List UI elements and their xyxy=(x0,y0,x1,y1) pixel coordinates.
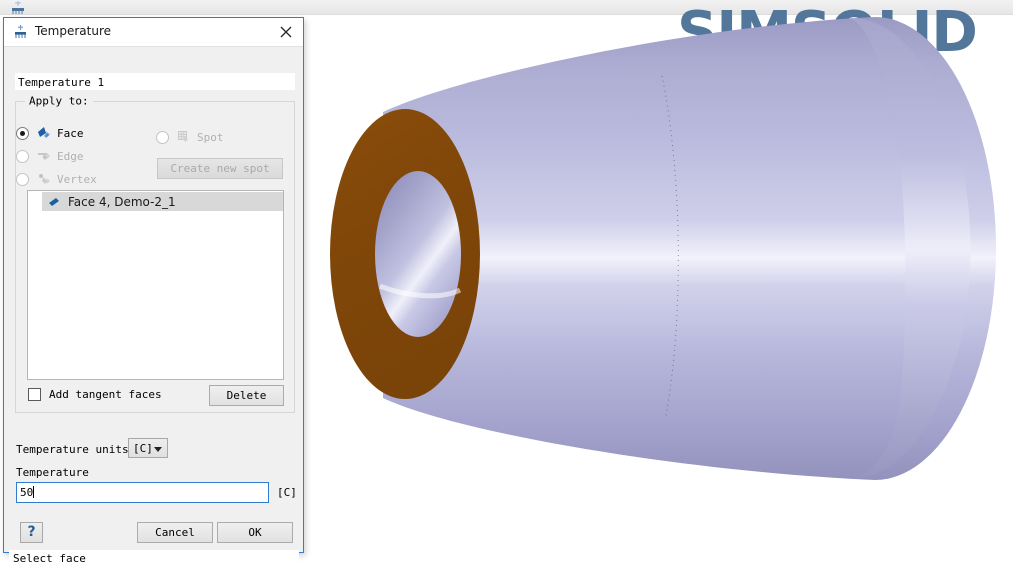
radio-spot-label: Spot xyxy=(197,131,224,144)
cylinder-inner-bore[interactable] xyxy=(375,171,461,337)
cancel-button[interactable]: Cancel xyxy=(137,522,213,543)
temperature-dialog[interactable]: Temperature Temperature 1 Apply to: Face xyxy=(3,17,304,553)
vertex-select-icon xyxy=(36,171,52,187)
text-caret xyxy=(33,486,34,498)
face-select-icon xyxy=(36,125,52,141)
radio-vertex-dot[interactable] xyxy=(16,173,29,186)
add-tangent-faces-checkbox[interactable] xyxy=(28,388,41,401)
edge-select-icon xyxy=(36,148,52,164)
temperature-input[interactable]: 50 xyxy=(16,482,269,503)
temperature-units-value: [C] xyxy=(133,442,153,455)
temperature-units-label: Temperature units xyxy=(16,443,129,456)
model-viewport[interactable] xyxy=(310,14,1013,566)
status-bar: Select face xyxy=(9,550,299,567)
ok-button[interactable]: OK xyxy=(217,522,293,543)
delete-button[interactable]: Delete xyxy=(209,385,284,406)
add-tangent-faces-label: Add tangent faces xyxy=(49,388,162,401)
spot-select-icon xyxy=(176,129,192,145)
temperature-caption: Temperature xyxy=(16,466,89,479)
radio-apply-to-vertex[interactable]: Vertex xyxy=(16,171,97,187)
help-button[interactable]: ? xyxy=(20,522,43,543)
create-new-spot-button[interactable]: Create new spot xyxy=(157,158,283,179)
temperature-input-value: 50 xyxy=(20,486,33,499)
radio-apply-to-edge[interactable]: Edge xyxy=(16,148,84,164)
apply-to-legend: Apply to: xyxy=(25,95,93,108)
close-icon[interactable] xyxy=(275,22,297,42)
radio-edge-dot[interactable] xyxy=(16,150,29,163)
toolbar-temperature-icon[interactable] xyxy=(8,0,30,16)
load-name-field[interactable]: Temperature 1 xyxy=(15,73,295,90)
list-item-label: Face 4, Demo-2_1 xyxy=(68,195,176,209)
radio-spot-dot[interactable] xyxy=(156,131,169,144)
add-tangent-faces-row[interactable]: Add tangent faces xyxy=(28,388,162,401)
temperature-units-dropdown[interactable]: [C] xyxy=(128,438,168,458)
radio-face-dot[interactable] xyxy=(16,127,29,140)
temperature-icon xyxy=(13,24,29,40)
radio-vertex-label: Vertex xyxy=(57,173,97,186)
selection-list[interactable]: Face 4, Demo-2_1 xyxy=(27,190,284,380)
chevron-down-icon xyxy=(154,447,162,452)
radio-apply-to-spot[interactable]: Spot xyxy=(156,129,224,145)
face-item-icon xyxy=(46,194,62,210)
dialog-titlebar[interactable]: Temperature xyxy=(4,18,303,47)
temperature-unit-suffix: [C] xyxy=(277,486,297,499)
model-canvas[interactable] xyxy=(310,14,1013,566)
radio-edge-label: Edge xyxy=(57,150,84,163)
dialog-title: Temperature xyxy=(35,24,111,38)
radio-face-label: Face xyxy=(57,127,84,140)
radio-apply-to-face[interactable]: Face xyxy=(16,125,84,141)
list-item[interactable]: Face 4, Demo-2_1 xyxy=(42,192,283,211)
